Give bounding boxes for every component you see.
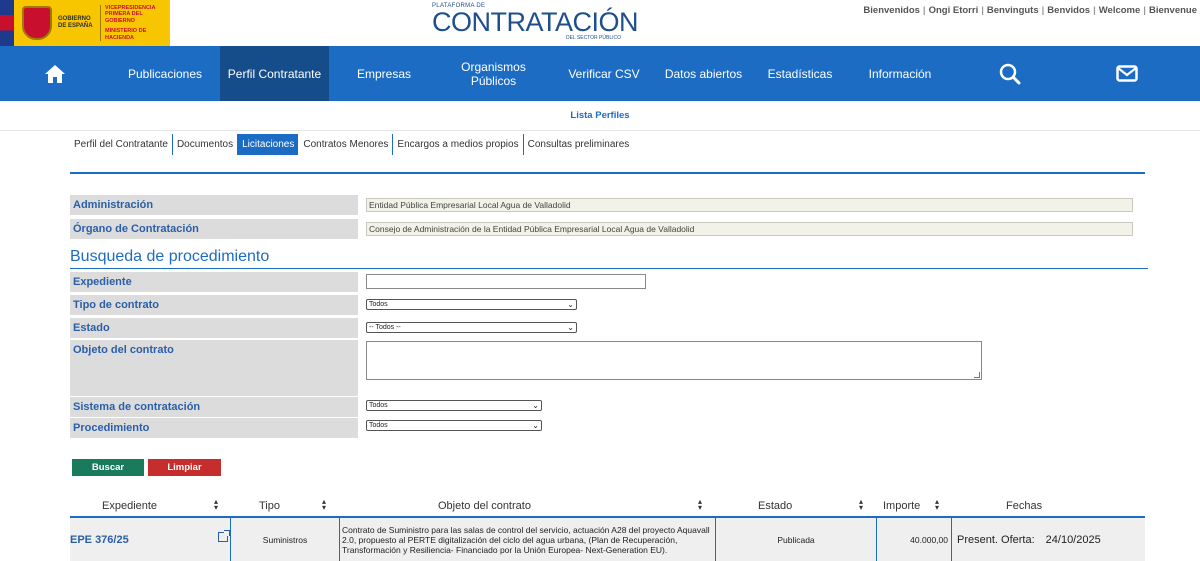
expediente-input[interactable] — [366, 274, 646, 289]
tab-consultas-preliminares[interactable]: Consultas preliminares — [524, 134, 634, 155]
sistema-contratacion-value: Todos — [369, 402, 388, 409]
column-header-fechas: Fechas — [1006, 499, 1043, 512]
tipo-contrato-select[interactable]: Todos ⌄ — [366, 299, 577, 310]
sistema-contratacion-label: Sistema de contratación — [70, 397, 358, 417]
main-navigation: Publicaciones Perfil Contratante Empresa… — [0, 46, 1200, 101]
administracion-value: Entidad Pública Empresarial Local Agua d… — [366, 198, 1133, 212]
nav-verificar-csv[interactable]: Verificar CSV — [548, 46, 660, 101]
search-section-title: Busqueda de procedimiento — [70, 248, 270, 265]
coat-of-arms-icon — [22, 6, 52, 40]
chevron-down-icon: ⌄ — [567, 300, 574, 309]
objeto-contrato-label: Objeto del contrato — [70, 340, 358, 396]
sistema-contratacion-select[interactable]: Todos ⌄ — [366, 400, 542, 411]
column-header-estado[interactable]: Estado — [758, 495, 792, 516]
column-header-objeto[interactable]: Objeto del contrato — [438, 495, 531, 516]
nav-contact[interactable] — [1072, 46, 1182, 101]
government-logo[interactable]: GOBIERNO DE ESPAÑA VICEPRESIDENCIA PRIME… — [0, 0, 170, 46]
nav-publicaciones[interactable]: Publicaciones — [110, 46, 220, 101]
column-header-importe[interactable]: Importe — [883, 495, 920, 516]
nav-informacion[interactable]: Información — [853, 46, 947, 101]
tab-contratos-menores[interactable]: Contratos Menores — [299, 134, 394, 155]
expediente-label: Expediente — [70, 272, 358, 292]
objeto-contrato-textarea[interactable] — [366, 341, 982, 380]
external-link-icon[interactable] — [218, 530, 230, 542]
top-bar: GOBIERNO DE ESPAÑA VICEPRESIDENCIA PRIME… — [0, 0, 1200, 46]
estado-select[interactable]: -- Todos -- ⌄ — [366, 322, 577, 333]
tab-encargos-medios-propios[interactable]: Encargos a medios propios — [393, 134, 524, 155]
organo-row: Órgano de Contratación Consejo de Admini… — [70, 219, 1145, 239]
row-objeto: Contrato de Suministro para las salas de… — [339, 518, 715, 561]
lista-perfiles-link[interactable]: Lista Perfiles — [570, 110, 629, 121]
tabs-divider — [70, 172, 1145, 174]
sort-icon[interactable]: ▴ ▾ — [935, 498, 939, 512]
sort-icon[interactable]: ▴ ▾ — [214, 498, 218, 512]
lang-es[interactable]: Bienvenidos — [860, 5, 923, 16]
logo-divider — [100, 5, 101, 41]
row-expediente-link[interactable]: EPE 376/25 — [70, 534, 129, 546]
row-fechas: Present. Oferta: 24/10/2025 — [951, 518, 1145, 561]
administracion-label: Administración — [70, 195, 358, 215]
gov-name: GOBIERNO DE ESPAÑA — [58, 16, 93, 29]
nav-home[interactable] — [0, 46, 110, 101]
procedimiento-label: Procedimiento — [70, 418, 358, 438]
row-tipo: Suministros — [230, 518, 339, 561]
procedimiento-value: Todos — [369, 422, 388, 429]
nav-perfil-contratante[interactable]: Perfil Contratante — [220, 46, 329, 101]
estado-value: -- Todos -- — [369, 324, 401, 331]
organo-value: Consejo de Administración de la Entidad … — [366, 222, 1133, 236]
brand-title: CONTRATACIÓN — [432, 7, 639, 37]
eu-flag-icon — [0, 0, 14, 46]
nav-datos-abiertos[interactable]: Datos abiertos — [660, 46, 747, 101]
mail-icon — [1116, 65, 1138, 82]
sort-icon[interactable]: ▴ ▾ — [698, 498, 702, 512]
home-icon — [45, 64, 65, 83]
tipo-contrato-value: Todos — [369, 301, 388, 308]
nav-search[interactable] — [947, 46, 1072, 101]
administracion-row: Administración Entidad Pública Empresari… — [70, 195, 1145, 215]
procedimiento-select[interactable]: Todos ⌄ — [366, 420, 542, 431]
row-estado: Publicada — [715, 518, 876, 561]
chevron-down-icon: ⌄ — [567, 323, 574, 332]
column-header-tipo[interactable]: Tipo — [259, 495, 280, 516]
vicepresidency-name: VICEPRESIDENCIA PRIMERA DEL GOBIERNO — [105, 4, 156, 24]
row-fecha-label: Present. Oferta: — [957, 533, 1035, 546]
row-expediente-cell: EPE 376/25 — [70, 518, 230, 561]
sort-icon[interactable]: ▴ ▾ — [322, 498, 326, 512]
search-icon — [999, 63, 1020, 84]
chevron-down-icon: ⌄ — [532, 421, 539, 430]
limpiar-button[interactable]: Limpiar — [148, 459, 221, 476]
organo-label: Órgano de Contratación — [70, 219, 358, 239]
language-selector: Bienvenidos | Ongi Etorri | Benvinguts | Benvi… — [860, 5, 1200, 16]
chevron-down-icon: ⌄ — [532, 401, 539, 410]
profile-tabs: Perfil del Contratante Documentos Licita… — [70, 134, 633, 155]
nav-empresas[interactable]: Empresas — [329, 46, 439, 101]
resize-handle-icon[interactable] — [974, 372, 980, 378]
ministry-names: VICEPRESIDENCIA PRIMERA DEL GOBIERNO MIN… — [105, 5, 169, 42]
table-row: EPE 376/25 Suministros Contrato de Sumin… — [70, 518, 1145, 561]
lang-en[interactable]: Welcome — [1096, 5, 1144, 16]
tab-documentos[interactable]: Documentos — [173, 134, 239, 155]
nav-estadisticas[interactable]: Estadísticas — [747, 46, 853, 101]
row-fecha-value: 24/10/2025 — [1045, 533, 1101, 546]
lang-eu[interactable]: Ongi Etorri — [926, 5, 982, 16]
row-importe: 40.000,00 — [876, 518, 951, 561]
tipo-contrato-label: Tipo de contrato — [70, 295, 358, 315]
lang-fr[interactable]: Bienvenue — [1146, 5, 1200, 16]
sort-icon[interactable]: ▴ ▾ — [859, 498, 863, 512]
nav-organismos-publicos[interactable]: Organismos Públicos — [439, 46, 548, 101]
estado-label: Estado — [70, 318, 358, 338]
tab-perfil-contratante[interactable]: Perfil del Contratante — [70, 134, 173, 155]
lang-gl[interactable]: Benvidos — [1044, 5, 1093, 16]
results-table-header: Expediente ▴ ▾ Tipo ▴ ▾ Objeto del contrat… — [70, 495, 1145, 516]
search-section-divider — [70, 268, 1148, 269]
platform-logo[interactable]: PLATAFORMA DE CONTRATACIÓN DEL SECTOR PÚ… — [432, 3, 639, 43]
lang-ca[interactable]: Benvinguts — [984, 5, 1042, 16]
buscar-button[interactable]: Buscar — [72, 459, 144, 476]
tab-licitaciones[interactable]: Licitaciones — [238, 134, 299, 155]
column-header-expediente[interactable]: Expediente — [102, 495, 157, 516]
sub-header: Lista Perfiles — [0, 101, 1200, 131]
ministry-name: MINISTERIO DE HACIENDA — [105, 28, 147, 41]
